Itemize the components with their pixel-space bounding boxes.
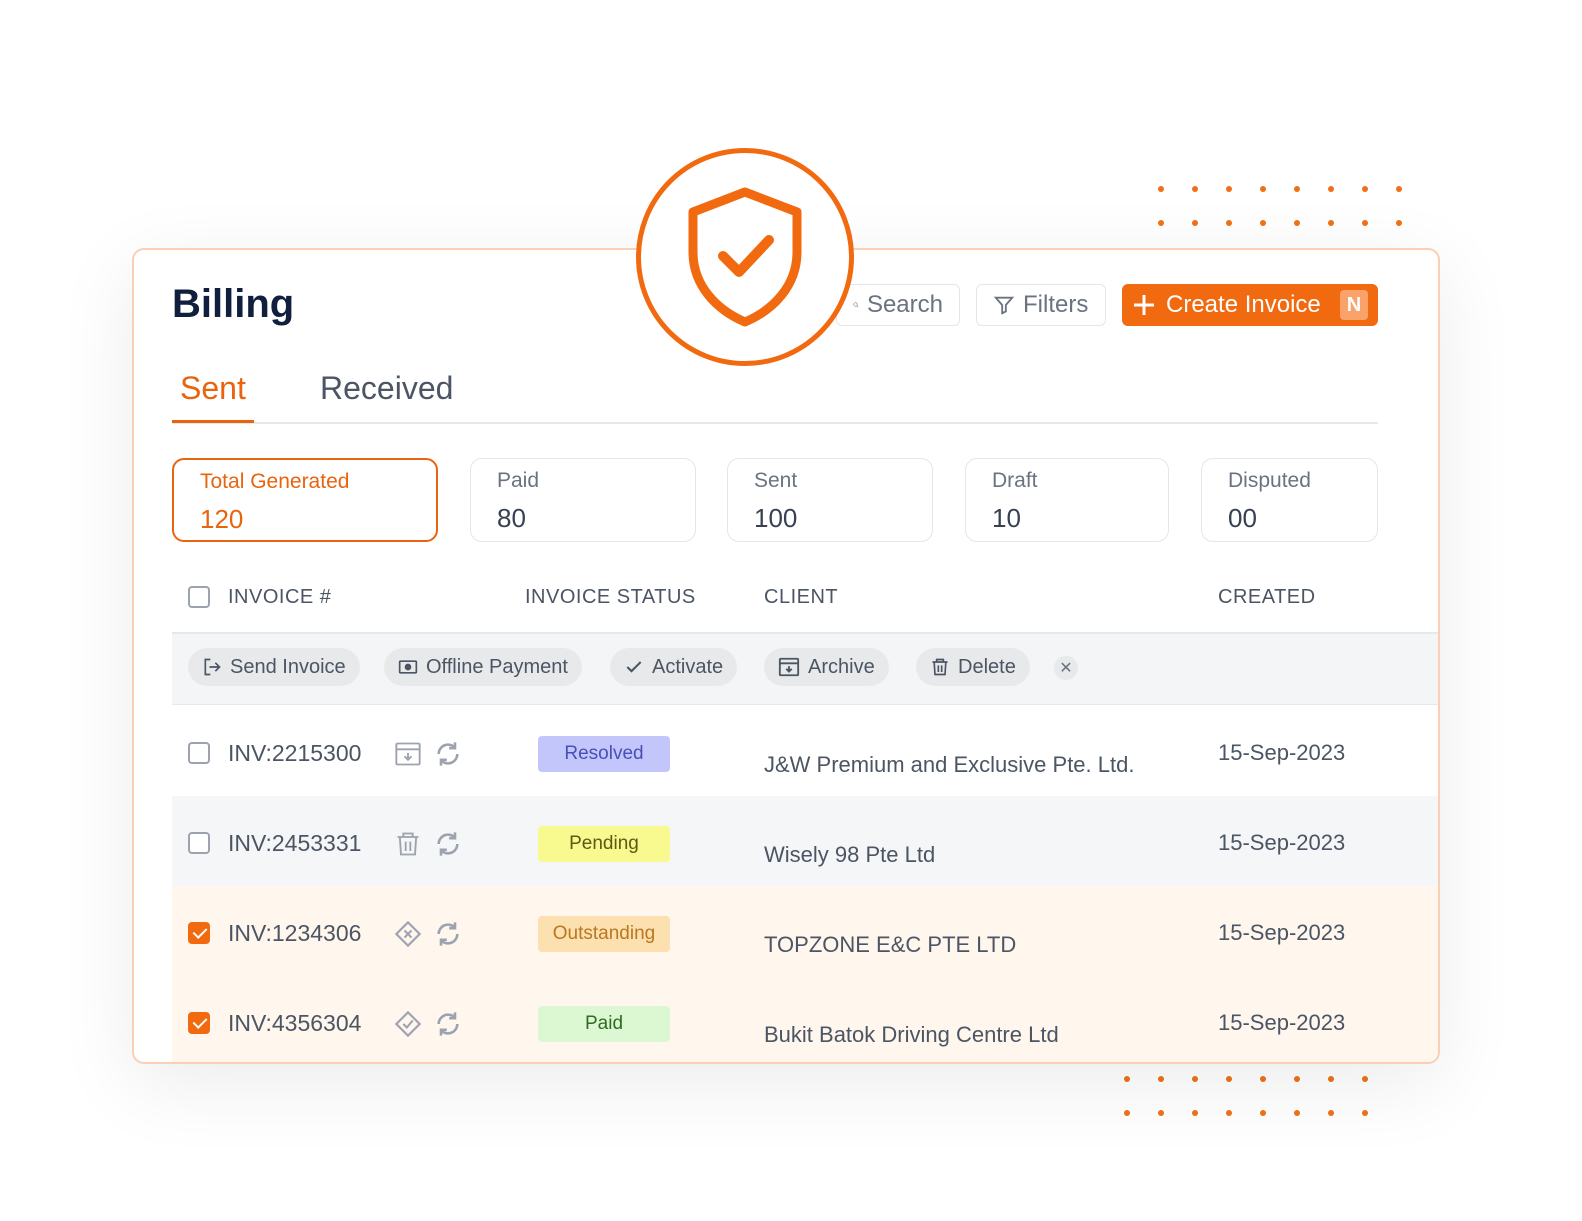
- column-header-created[interactable]: CREATED: [1218, 586, 1316, 609]
- stat-value: 100: [754, 503, 798, 533]
- created-date: 15-Sep-2023: [1218, 830, 1346, 855]
- check-icon: [626, 661, 642, 673]
- check-diamond-icon[interactable]: [394, 1010, 422, 1038]
- client-name: Bukit Batok Driving Centre Ltd: [764, 1022, 1059, 1047]
- tab-sent[interactable]: Sent: [172, 370, 254, 423]
- status-badge: Pending: [538, 826, 670, 862]
- client-name: Wisely 98 Pte Ltd: [764, 842, 936, 867]
- table-row[interactable]: INV:4356304 Paid Bukit Batok Driving Cen…: [172, 976, 1438, 1062]
- stat-value: 10: [992, 503, 1021, 533]
- invoice-number[interactable]: INV:4356304: [228, 1010, 361, 1037]
- archive-icon[interactable]: [394, 740, 422, 768]
- row-checkbox[interactable]: [188, 1012, 210, 1034]
- table-row[interactable]: INV:2215300 Resolved J&W Premium and Exc…: [172, 706, 1438, 797]
- created-date: 15-Sep-2023: [1218, 920, 1346, 945]
- stat-label: Total Generated: [200, 470, 350, 493]
- row-checkbox[interactable]: [188, 922, 210, 944]
- decorative-dots-bottom: [1124, 1076, 1396, 1116]
- page-title: Billing: [172, 282, 295, 326]
- close-bulk-actions-button[interactable]: ✕: [1054, 656, 1078, 680]
- stat-card-paid[interactable]: Paid 80: [470, 458, 696, 542]
- stat-value: 120: [200, 504, 244, 534]
- status-badge: Resolved: [538, 736, 670, 772]
- refresh-icon[interactable]: [434, 740, 462, 768]
- send-invoice-label: Send Invoice: [230, 655, 346, 678]
- stat-label: Paid: [497, 469, 540, 492]
- filter-icon: [993, 296, 1015, 315]
- create-invoice-button[interactable]: Create Invoice N: [1122, 284, 1378, 326]
- refresh-icon[interactable]: [434, 1010, 462, 1038]
- filters-label: Filters: [1023, 291, 1089, 318]
- activate-label: Activate: [652, 655, 724, 678]
- created-date: 15-Sep-2023: [1218, 740, 1346, 765]
- shield-check-icon: [688, 187, 802, 327]
- security-badge: [636, 148, 854, 366]
- client-name: TOPZONE E&C PTE LTD: [764, 932, 1017, 957]
- client-name: J&W Premium and Exclusive Pte. Ltd.: [764, 752, 1135, 777]
- created-date: 15-Sep-2023: [1218, 1010, 1346, 1035]
- shortcut-badge: N: [1340, 290, 1368, 320]
- filters-button[interactable]: Filters: [976, 284, 1106, 326]
- tabs: Sent Received: [172, 366, 1378, 424]
- stat-value: 00: [1228, 503, 1257, 533]
- table-header: INVOICE # INVOICE STATUS CLIENT CREATED: [172, 570, 1438, 634]
- invoice-number[interactable]: INV:2215300: [228, 740, 361, 767]
- archive-button[interactable]: Archive: [764, 648, 889, 686]
- stat-card-sent[interactable]: Sent 100: [727, 458, 933, 542]
- status-badge: Outstanding: [538, 916, 670, 952]
- send-icon: [204, 658, 221, 676]
- row-checkbox[interactable]: [188, 742, 210, 764]
- offline-payment-button[interactable]: Offline Payment: [384, 648, 582, 686]
- row-checkbox[interactable]: [188, 832, 210, 854]
- table-row[interactable]: INV:1234306 Outstanding TOPZONE E&C PTE …: [172, 886, 1438, 977]
- stat-card-disputed[interactable]: Disputed 00: [1201, 458, 1378, 542]
- stat-label: Sent: [754, 469, 798, 492]
- column-header-status[interactable]: INVOICE STATUS: [525, 586, 696, 609]
- bulk-actions-bar: Send Invoice Offline Payment Activate Ar…: [172, 634, 1438, 705]
- plus-icon: [1134, 295, 1154, 315]
- close-diamond-icon[interactable]: [394, 920, 422, 948]
- create-invoice-label: Create Invoice: [1166, 291, 1321, 318]
- stat-card-draft[interactable]: Draft 10: [965, 458, 1169, 542]
- search-button[interactable]: Search: [836, 284, 960, 326]
- tab-received[interactable]: Received: [312, 370, 461, 420]
- search-label: Search: [866, 291, 943, 318]
- trash-icon: [932, 658, 948, 676]
- status-badge: Paid: [538, 1006, 670, 1042]
- stat-label: Draft: [992, 469, 1038, 492]
- stat-value: 80: [497, 503, 526, 533]
- billing-card: Billing Search Filters Create Invoice N …: [132, 248, 1440, 1064]
- refresh-icon[interactable]: [434, 920, 462, 948]
- toolbar: Search Filters Create Invoice N: [836, 284, 1378, 326]
- cash-icon: [398, 660, 418, 674]
- invoice-number[interactable]: INV:2453331: [228, 830, 361, 857]
- search-icon: [853, 302, 859, 308]
- trash-icon[interactable]: [394, 830, 422, 858]
- column-header-client[interactable]: CLIENT: [764, 586, 838, 609]
- column-header-invoice[interactable]: INVOICE #: [228, 586, 331, 609]
- archive-label: Archive: [808, 655, 875, 678]
- activate-button[interactable]: Activate: [610, 648, 738, 686]
- stat-label: Disputed: [1228, 469, 1311, 492]
- refresh-icon[interactable]: [434, 830, 462, 858]
- offline-payment-label: Offline Payment: [426, 655, 568, 678]
- invoice-number[interactable]: INV:1234306: [228, 920, 361, 947]
- select-all-checkbox[interactable]: [188, 586, 210, 608]
- archive-icon: [778, 657, 800, 677]
- table-row[interactable]: INV:2453331 Pending Wisely 98 Pte Ltd 15…: [172, 796, 1438, 887]
- close-icon: ✕: [1059, 660, 1073, 677]
- send-invoice-button[interactable]: Send Invoice: [188, 648, 360, 686]
- stat-card-total-generated[interactable]: Total Generated 120: [172, 458, 438, 542]
- decorative-dots-top: [1158, 186, 1430, 226]
- delete-label: Delete: [958, 655, 1016, 678]
- delete-button[interactable]: Delete: [916, 648, 1030, 686]
